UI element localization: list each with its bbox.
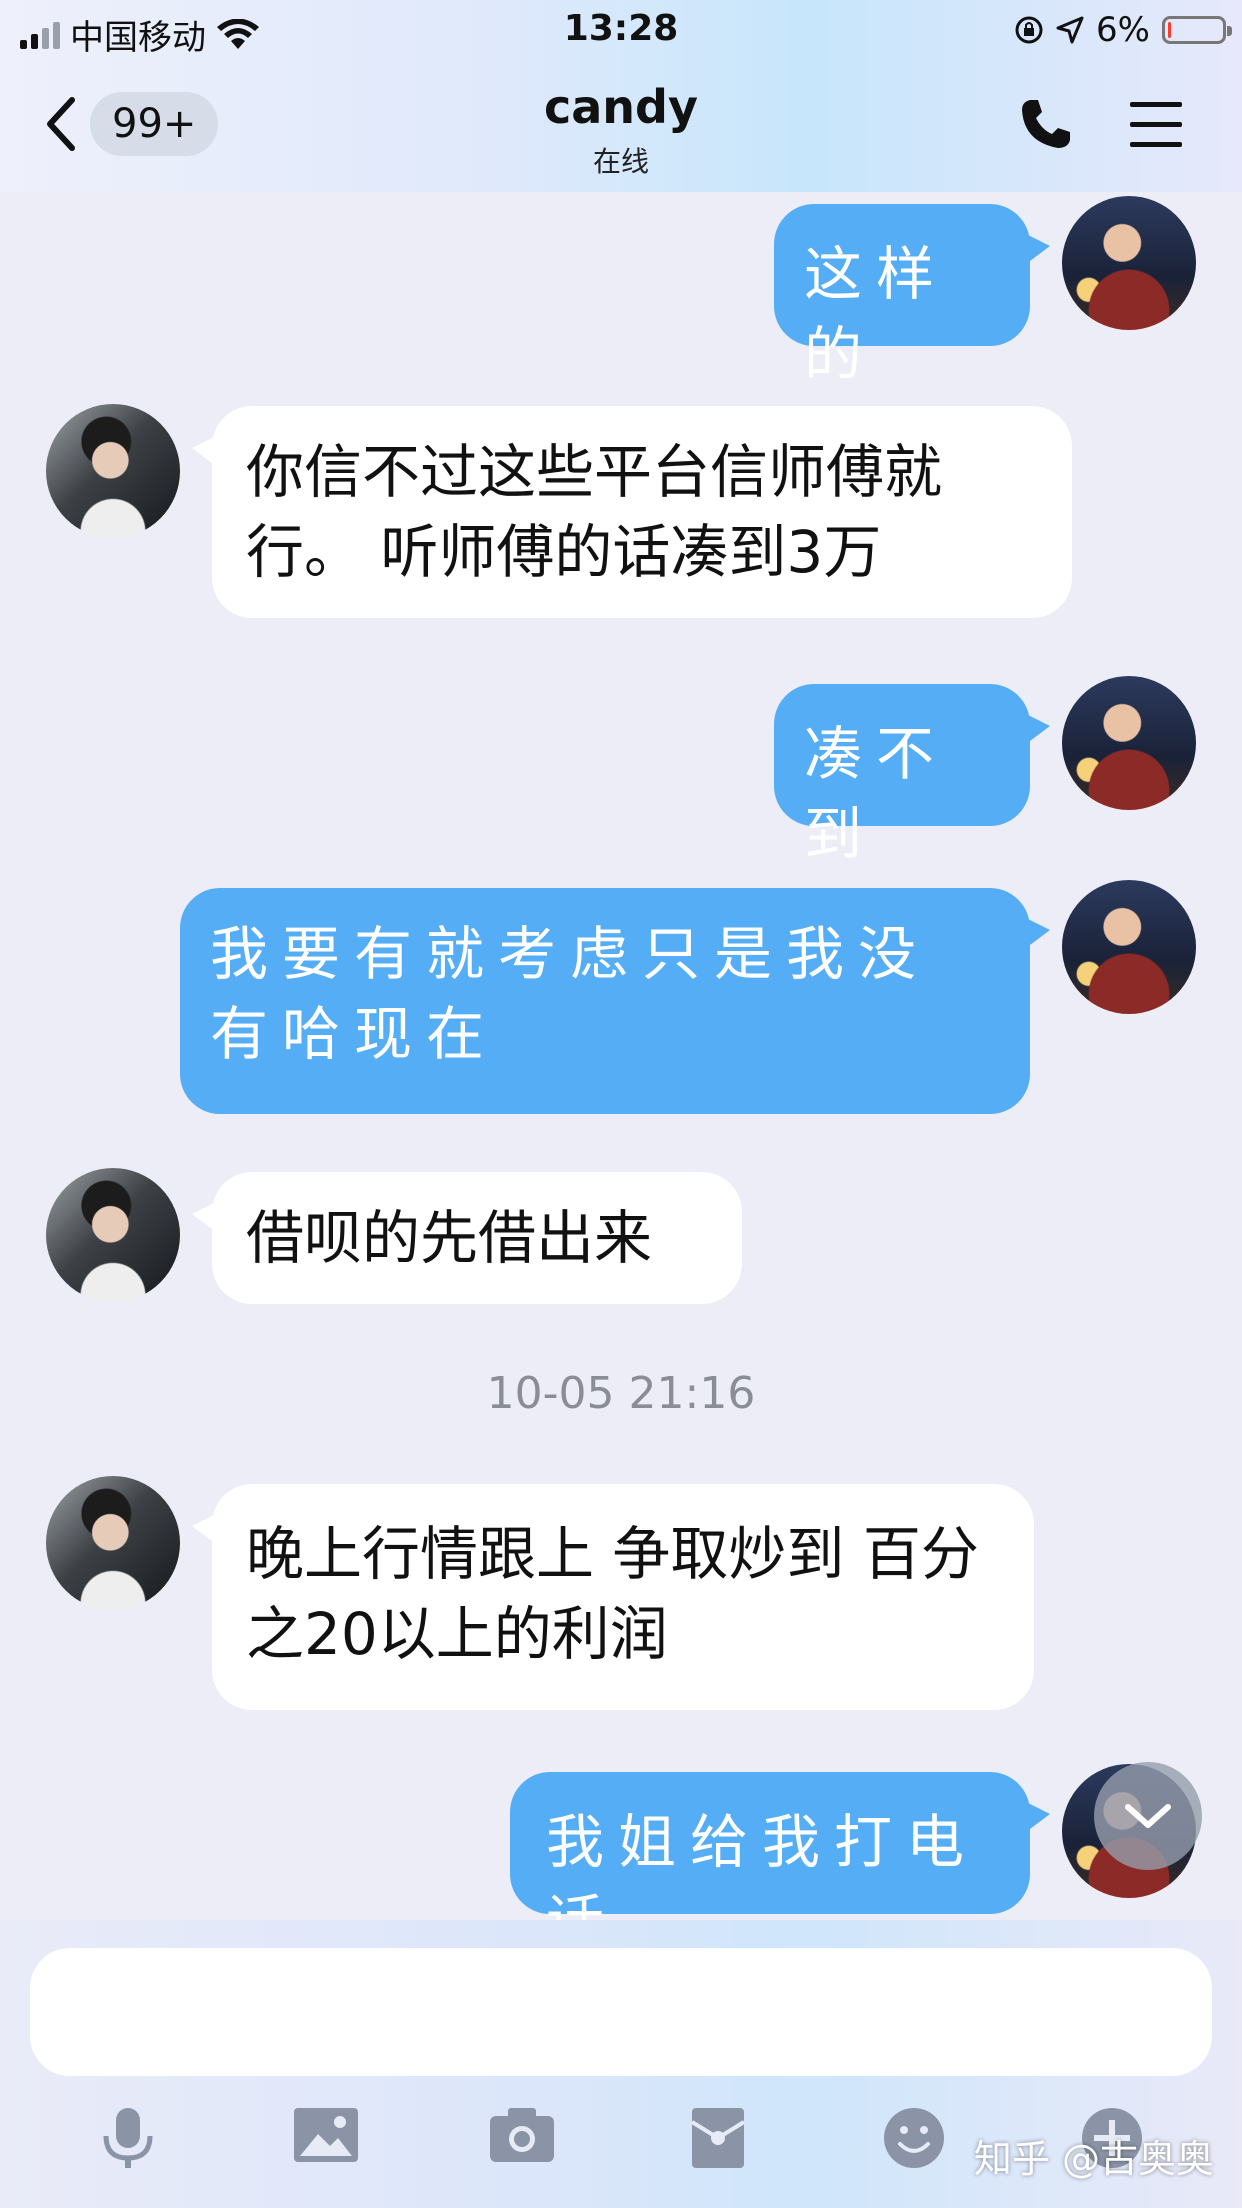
phone-icon[interactable] [1018,96,1074,156]
message-bubble-sent[interactable]: 我要有就考虑只是我没有哈现在 [180,888,1050,1114]
image-icon[interactable] [292,2106,360,2170]
contact-avatar[interactable] [46,1168,180,1302]
message-text: 借呗的先借出来 [246,1204,653,1272]
message-bubble-sent[interactable]: 我姐给我打电话 [510,1772,1050,1956]
message-bubble-sent[interactable]: 凑不到 [774,684,1050,868]
scroll-to-bottom-button[interactable] [1094,1762,1202,1870]
message-bubble-received[interactable]: 晚上行情跟上 争取炒到 百分之20以上的利润 [192,1484,1034,1710]
microphone-icon[interactable] [98,2106,158,2174]
message-bubble-sent[interactable]: 这样的 [774,204,1050,388]
chat-area[interactable]: 这样的 你信不过这些平台信师傅就行。 听师傅的话凑到3万 凑不到 我要有就考虑只… [0,192,1242,1956]
contact-avatar[interactable] [46,1476,180,1610]
message-bubble-received[interactable]: 借呗的先借出来 [192,1172,742,1304]
message-bubble-received[interactable]: 你信不过这些平台信师傅就行。 听师傅的话凑到3万 [192,406,1072,618]
battery-level [1168,22,1171,38]
my-avatar[interactable] [1062,676,1196,810]
contact-avatar[interactable] [46,404,180,538]
chevron-down-icon [1125,1804,1171,1828]
message-text: 这样的 [804,240,949,388]
red-packet-icon[interactable] [690,2106,746,2174]
camera-icon[interactable] [488,2106,556,2170]
top-bar: 中国移动 13:28 6% 99+ candy 在线 [0,0,1242,192]
orientation-lock-icon [1015,16,1043,44]
my-avatar[interactable] [1062,880,1196,1014]
battery-icon [1162,16,1232,44]
message-text: 你信不过这些平台信师傅就行。 听师傅的话凑到3万 [246,438,943,586]
location-icon [1056,16,1084,44]
message-text: 我要有就考虑只是我没有哈现在 [210,920,931,1068]
status-bar: 中国移动 13:28 6% [0,0,1242,62]
watermark: 知乎 @古奥奥 [973,2137,1214,2181]
message-text: 晚上行情跟上 争取炒到 百分之20以上的利润 [246,1520,979,1668]
message-text: 凑不到 [804,720,949,868]
hamburger-menu-icon[interactable] [1128,100,1184,154]
input-bar: 知乎 @古奥奥 [0,1920,1242,2208]
nav-bar: 99+ candy 在线 [0,62,1242,192]
battery-percent: 6% [1096,10,1150,50]
my-avatar[interactable] [1062,196,1196,330]
emoji-icon[interactable] [882,2106,946,2174]
message-input[interactable] [30,1948,1212,2076]
status-right-group: 6% [1014,10,1232,50]
message-timestamp: 10-05 21:16 [486,1368,756,1419]
